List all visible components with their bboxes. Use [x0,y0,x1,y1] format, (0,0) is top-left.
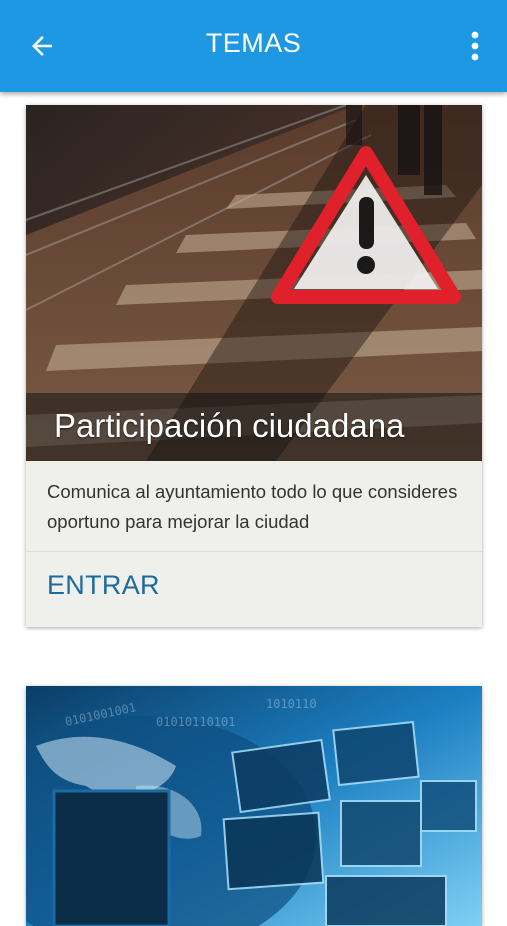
card-title: Participación ciudadana [54,407,405,444]
card-image: Participación ciudadana [26,105,482,461]
overflow-menu-button[interactable] [463,26,487,66]
card-title-overlay: Participación ciudadana [26,393,482,461]
svg-text:01010110101: 01010110101 [156,715,235,729]
card-description: Comunica al ayuntamiento todo lo que con… [47,481,458,532]
app-bar: TEMAS [0,0,507,92]
svg-text:1010110: 1010110 [266,697,317,711]
globe-screens-image: 0101001001 01010110101 1010110 [26,686,482,926]
page-title: TEMAS [205,28,302,58]
more-vertical-icon [471,31,479,61]
enter-button[interactable]: ENTRAR [26,552,482,619]
topic-card: Participación ciudadana Comunica al ayun… [26,105,482,627]
topic-card: 0101001001 01010110101 1010110 [26,686,482,926]
